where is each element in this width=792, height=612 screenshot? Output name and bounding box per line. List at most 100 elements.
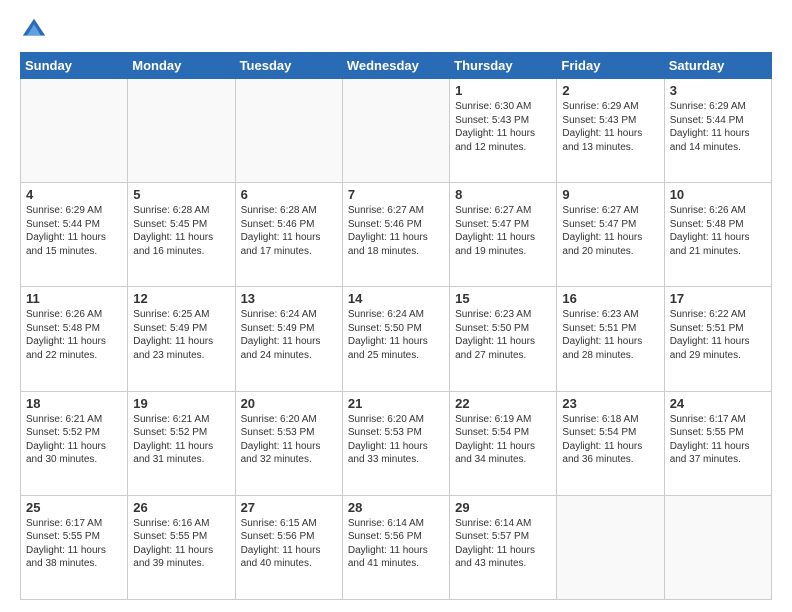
calendar-cell: 13Sunrise: 6:24 AM Sunset: 5:49 PM Dayli… — [235, 287, 342, 391]
day-info: Sunrise: 6:15 AM Sunset: 5:56 PM Dayligh… — [241, 517, 337, 571]
day-info: Sunrise: 6:29 AM Sunset: 5:44 PM Dayligh… — [26, 204, 122, 258]
calendar-cell: 18 Sunrise: 6:21 AM Sunset: 5:52 PM Dayli… — [21, 391, 128, 495]
calendar-cell: 20 Sunrise: 6:20 AM Sunset: 5:53 PM Dayli… — [235, 391, 342, 495]
day-info: Sunrise: 6:28 AM Sunset: 5:46 PM Dayligh… — [241, 204, 337, 258]
day-number: 21 — [348, 396, 444, 411]
calendar-cell: 28 Sunrise: 6:14 AM Sunset: 5:56 PM Dayli… — [342, 495, 449, 599]
calendar-week-3: 11 Sunrise: 6:26 AM Sunset: 5:48 PM Dayli… — [21, 287, 772, 391]
calendar-cell — [557, 495, 664, 599]
day-number: 4 — [26, 187, 122, 202]
day-info: Sunrise: 6:24 AM Sunset: 5:50 PM Dayligh… — [348, 308, 444, 362]
day-info: Sunrise: 6:16 AM Sunset: 5:55 PM Dayligh… — [133, 517, 229, 571]
calendar-cell: 12Sunrise: 6:25 AM Sunset: 5:49 PM Dayli… — [128, 287, 235, 391]
day-info: Sunrise: 6:18 AM Sunset: 5:54 PM Dayligh… — [562, 413, 658, 467]
day-info: Sunrise: 6:17 AM Sunset: 5:55 PM Dayligh… — [26, 517, 122, 571]
calendar-cell: 11 Sunrise: 6:26 AM Sunset: 5:48 PM Dayli… — [21, 287, 128, 391]
day-info: Sunrise: 6:30 AM Sunset: 5:43 PM Dayligh… — [455, 100, 551, 154]
day-info: Sunrise: 6:21 AM Sunset: 5:52 PM Dayligh… — [26, 413, 122, 467]
calendar-cell — [128, 79, 235, 183]
weekday-wednesday: Wednesday — [342, 53, 449, 79]
day-info: Sunrise: 6:23 AM Sunset: 5:51 PM Dayligh… — [562, 308, 658, 362]
day-info: Sunrise: 6:14 AM Sunset: 5:57 PM Dayligh… — [455, 517, 551, 571]
calendar-week-5: 25 Sunrise: 6:17 AM Sunset: 5:55 PM Dayli… — [21, 495, 772, 599]
day-number: 5 — [133, 187, 229, 202]
day-info: Sunrise: 6:26 AM Sunset: 5:48 PM Dayligh… — [26, 308, 122, 362]
day-number: 14 — [348, 291, 444, 306]
day-number: 22 — [455, 396, 551, 411]
calendar-cell: 15 Sunrise: 6:23 AM Sunset: 5:50 PM Dayli… — [450, 287, 557, 391]
generalblue-logo-icon — [20, 16, 48, 44]
day-info: Sunrise: 6:22 AM Sunset: 5:51 PM Dayligh… — [670, 308, 766, 362]
weekday-sunday: Sunday — [21, 53, 128, 79]
calendar-week-1: 1Sunrise: 6:30 AM Sunset: 5:43 PM Daylig… — [21, 79, 772, 183]
calendar-cell: 25 Sunrise: 6:17 AM Sunset: 5:55 PM Dayli… — [21, 495, 128, 599]
calendar-cell: 3Sunrise: 6:29 AM Sunset: 5:44 PM Daylig… — [664, 79, 771, 183]
day-info: Sunrise: 6:14 AM Sunset: 5:56 PM Dayligh… — [348, 517, 444, 571]
day-number: 15 — [455, 291, 551, 306]
day-info: Sunrise: 6:27 AM Sunset: 5:47 PM Dayligh… — [455, 204, 551, 258]
calendar-cell: 4 Sunrise: 6:29 AM Sunset: 5:44 PM Daylig… — [21, 183, 128, 287]
day-info: Sunrise: 6:26 AM Sunset: 5:48 PM Dayligh… — [670, 204, 766, 258]
day-number: 26 — [133, 500, 229, 515]
calendar-cell: 22 Sunrise: 6:19 AM Sunset: 5:54 PM Dayli… — [450, 391, 557, 495]
day-number: 27 — [241, 500, 337, 515]
day-info: Sunrise: 6:20 AM Sunset: 5:53 PM Dayligh… — [348, 413, 444, 467]
day-info: Sunrise: 6:29 AM Sunset: 5:43 PM Dayligh… — [562, 100, 658, 154]
logo — [20, 16, 50, 44]
day-number: 25 — [26, 500, 122, 515]
day-info: Sunrise: 6:25 AM Sunset: 5:49 PM Dayligh… — [133, 308, 229, 362]
calendar-cell: 29 Sunrise: 6:14 AM Sunset: 5:57 PM Dayli… — [450, 495, 557, 599]
day-number: 19 — [133, 396, 229, 411]
day-info: Sunrise: 6:19 AM Sunset: 5:54 PM Dayligh… — [455, 413, 551, 467]
weekday-saturday: Saturday — [664, 53, 771, 79]
day-info: Sunrise: 6:20 AM Sunset: 5:53 PM Dayligh… — [241, 413, 337, 467]
day-info: Sunrise: 6:24 AM Sunset: 5:49 PM Dayligh… — [241, 308, 337, 362]
day-info: Sunrise: 6:17 AM Sunset: 5:55 PM Dayligh… — [670, 413, 766, 467]
day-number: 23 — [562, 396, 658, 411]
day-number: 17 — [670, 291, 766, 306]
calendar-cell — [342, 79, 449, 183]
day-number: 10 — [670, 187, 766, 202]
weekday-monday: Monday — [128, 53, 235, 79]
calendar-cell: 14 Sunrise: 6:24 AM Sunset: 5:50 PM Dayli… — [342, 287, 449, 391]
day-info: Sunrise: 6:28 AM Sunset: 5:45 PM Dayligh… — [133, 204, 229, 258]
calendar-cell: 17 Sunrise: 6:22 AM Sunset: 5:51 PM Dayli… — [664, 287, 771, 391]
day-number: 6 — [241, 187, 337, 202]
day-info: Sunrise: 6:27 AM Sunset: 5:47 PM Dayligh… — [562, 204, 658, 258]
calendar-cell: 24 Sunrise: 6:17 AM Sunset: 5:55 PM Dayli… — [664, 391, 771, 495]
day-number: 20 — [241, 396, 337, 411]
calendar-cell: 6 Sunrise: 6:28 AM Sunset: 5:46 PM Daylig… — [235, 183, 342, 287]
weekday-friday: Friday — [557, 53, 664, 79]
calendar-cell: 26 Sunrise: 6:16 AM Sunset: 5:55 PM Dayli… — [128, 495, 235, 599]
calendar-cell: 23 Sunrise: 6:18 AM Sunset: 5:54 PM Dayli… — [557, 391, 664, 495]
weekday-header-row: SundayMondayTuesdayWednesdayThursdayFrid… — [21, 53, 772, 79]
day-info: Sunrise: 6:27 AM Sunset: 5:46 PM Dayligh… — [348, 204, 444, 258]
day-number: 8 — [455, 187, 551, 202]
day-info: Sunrise: 6:21 AM Sunset: 5:52 PM Dayligh… — [133, 413, 229, 467]
calendar-cell: 27 Sunrise: 6:15 AM Sunset: 5:56 PM Dayli… — [235, 495, 342, 599]
calendar-cell: 5 Sunrise: 6:28 AM Sunset: 5:45 PM Daylig… — [128, 183, 235, 287]
day-number: 28 — [348, 500, 444, 515]
calendar-cell: 1Sunrise: 6:30 AM Sunset: 5:43 PM Daylig… — [450, 79, 557, 183]
calendar-table: SundayMondayTuesdayWednesdayThursdayFrid… — [20, 52, 772, 600]
header — [20, 16, 772, 44]
calendar-cell: 9Sunrise: 6:27 AM Sunset: 5:47 PM Daylig… — [557, 183, 664, 287]
calendar-cell — [235, 79, 342, 183]
calendar-cell: 8 Sunrise: 6:27 AM Sunset: 5:47 PM Daylig… — [450, 183, 557, 287]
day-number: 11 — [26, 291, 122, 306]
day-number: 18 — [26, 396, 122, 411]
day-number: 3 — [670, 83, 766, 98]
day-info: Sunrise: 6:23 AM Sunset: 5:50 PM Dayligh… — [455, 308, 551, 362]
calendar-cell: 19 Sunrise: 6:21 AM Sunset: 5:52 PM Dayli… — [128, 391, 235, 495]
weekday-tuesday: Tuesday — [235, 53, 342, 79]
calendar-cell: 2Sunrise: 6:29 AM Sunset: 5:43 PM Daylig… — [557, 79, 664, 183]
day-number: 24 — [670, 396, 766, 411]
calendar-cell — [21, 79, 128, 183]
calendar-cell: 16 Sunrise: 6:23 AM Sunset: 5:51 PM Dayli… — [557, 287, 664, 391]
calendar-cell: 10 Sunrise: 6:26 AM Sunset: 5:48 PM Dayli… — [664, 183, 771, 287]
weekday-thursday: Thursday — [450, 53, 557, 79]
calendar-week-4: 18 Sunrise: 6:21 AM Sunset: 5:52 PM Dayli… — [21, 391, 772, 495]
calendar-cell: 7Sunrise: 6:27 AM Sunset: 5:46 PM Daylig… — [342, 183, 449, 287]
day-number: 16 — [562, 291, 658, 306]
day-number: 29 — [455, 500, 551, 515]
